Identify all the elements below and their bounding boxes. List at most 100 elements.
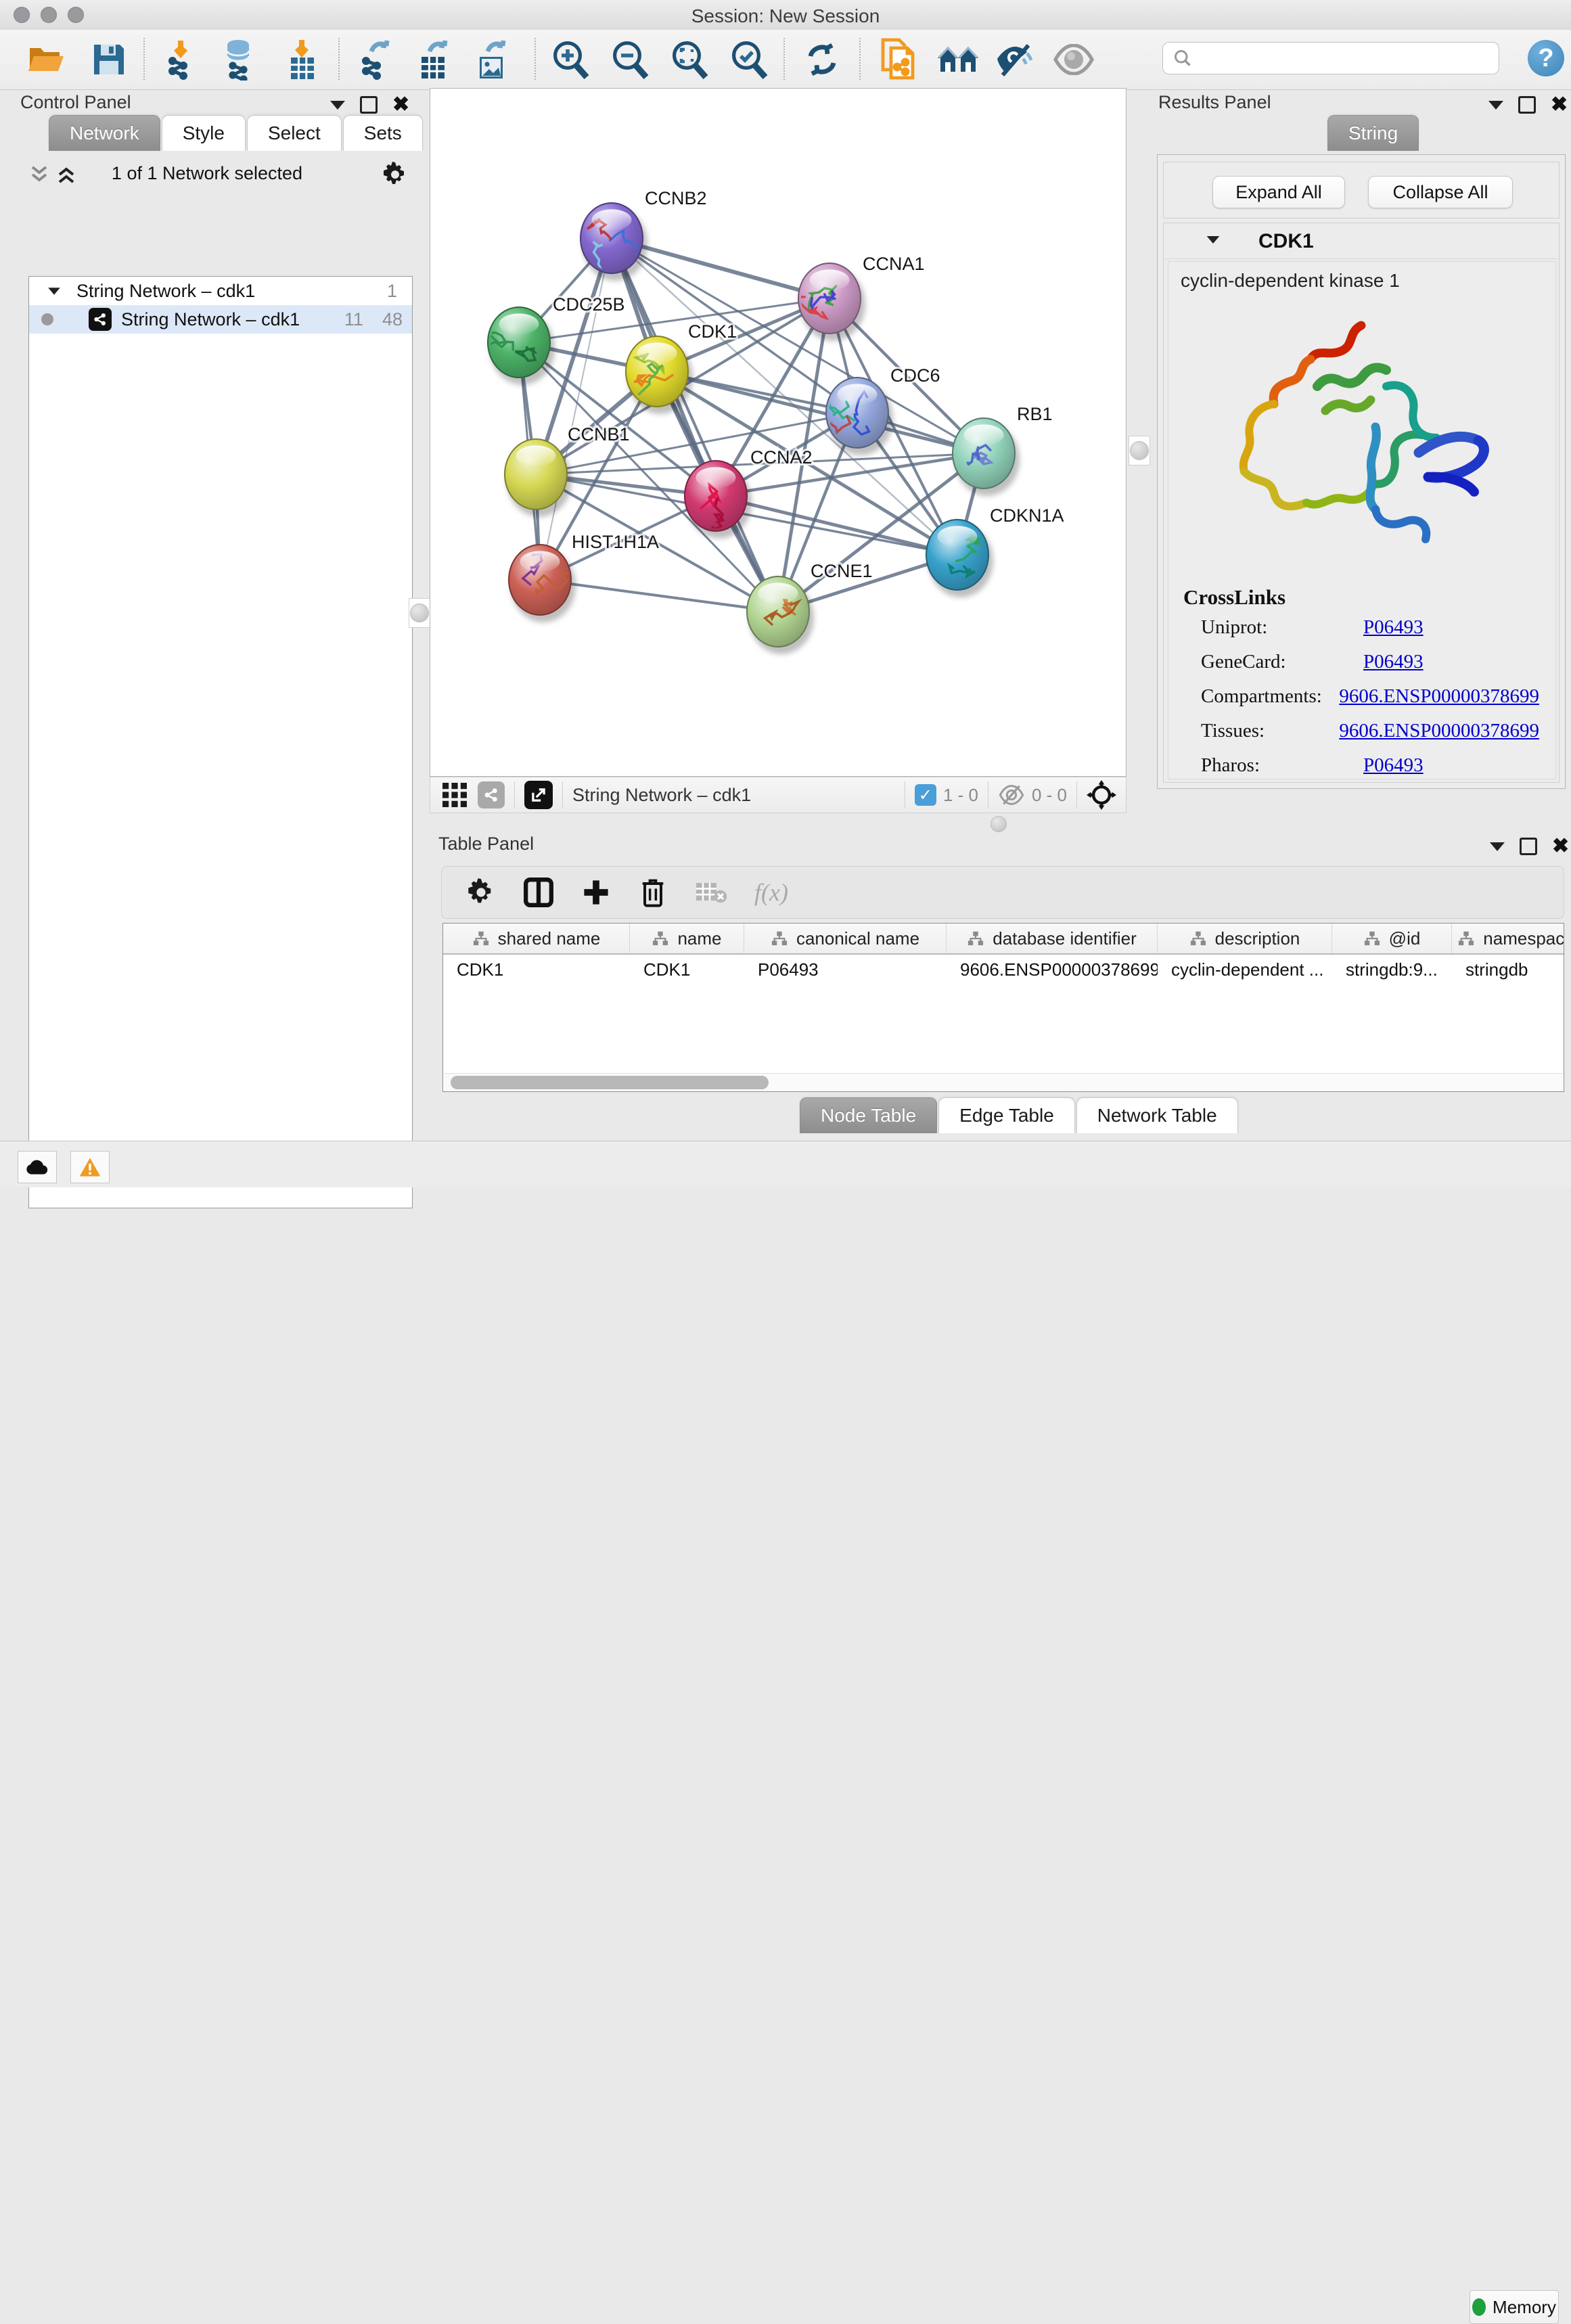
panel-float-icon[interactable] [1518,96,1536,114]
network-graph[interactable]: CCNB2CCNA1CDC25BCDK1CDC6RB1CCNB1CCNA2CDK… [430,89,1126,776]
hide-graphics-details-button[interactable] [992,37,1039,83]
network-canvas[interactable]: CCNB2CCNA1CDC25BCDK1CDC6RB1CCNB1CCNA2CDK… [430,88,1126,777]
network-row-selected[interactable]: String Network – cdk1 11 48 [29,305,412,334]
birdseye-toggle-icon[interactable] [524,781,553,809]
collapse-all-button[interactable]: Collapse All [1368,176,1513,208]
tab-sets[interactable]: Sets [343,115,423,151]
table-cell[interactable]: cyclin-dependent ... [1158,955,1332,984]
table-hscrollbar-thumb[interactable] [451,1076,769,1089]
tab-node-table[interactable]: Node Table [800,1097,937,1133]
panel-menu-caret-icon[interactable] [1488,101,1503,110]
network-node-CCNA1[interactable] [798,263,865,341]
export-image-button[interactable] [468,37,516,83]
table-cell[interactable]: CDK1 [443,955,630,984]
expand-all-button[interactable]: Expand All [1212,176,1345,208]
crosslinks-list: Uniprot:P06493GeneCard:P06493Compartment… [1201,616,1539,789]
table-cell[interactable]: 9606.ENSP00000378699 [947,955,1158,984]
left-splitter-handle[interactable] [409,598,430,628]
import-network-database-button[interactable] [217,37,264,83]
crosslink-value-link[interactable]: 9606.ENSP00000378699 [1339,685,1539,708]
selected-nodes-checkbox[interactable]: ✓ [915,784,936,806]
hidden-elements-icon[interactable] [998,783,1025,806]
cloud-status-button[interactable] [18,1151,57,1183]
save-session-button[interactable] [85,37,133,83]
network-edge-CCNB2-CCNE1[interactable] [612,238,778,612]
panel-float-icon[interactable] [1520,838,1537,855]
table-cell[interactable]: CDK1 [630,955,744,984]
tab-network-table[interactable]: Network Table [1076,1097,1238,1133]
zoom-in-button[interactable] [547,37,594,83]
horizontal-splitter-handle[interactable] [991,816,1007,832]
memory-button[interactable]: Memory [1470,2290,1559,2324]
crosslink-value-link[interactable]: P06493 [1363,651,1424,673]
network-share-view-icon[interactable] [478,781,505,808]
network-node-RB1[interactable] [953,418,1020,496]
table-cell[interactable]: stringdb [1452,955,1564,984]
collapse-all-chevron-icon[interactable] [28,164,50,185]
apply-layout-button[interactable] [798,37,846,83]
panel-close-icon[interactable]: ✖ [1551,98,1568,112]
column-header--id[interactable]: @id [1332,924,1452,953]
table-cell[interactable]: P06493 [744,955,947,984]
search-icon [1172,48,1193,68]
zoom-fit-button[interactable] [666,37,713,83]
warnings-button[interactable] [70,1151,110,1183]
tab-style[interactable]: Style [162,115,246,151]
tab-string-results[interactable]: String [1327,115,1419,151]
delete-column-icon[interactable] [638,876,668,909]
table-hscrollbar[interactable] [444,1073,1563,1091]
network-node-CDKN1A[interactable] [926,520,993,597]
panel-close-icon[interactable]: ✖ [1552,840,1569,853]
import-table-button[interactable] [279,37,326,83]
zoom-selected-button[interactable] [725,37,773,83]
table-cell[interactable]: stringdb:9... [1332,955,1452,984]
tab-edge-table[interactable]: Edge Table [938,1097,1075,1133]
panel-float-icon[interactable] [360,96,378,114]
birdseye-view-button[interactable] [1050,37,1097,83]
help-button[interactable]: ? [1528,40,1564,76]
column-header-name[interactable]: name [630,924,744,953]
protein-result-header[interactable]: CDK1 [1164,223,1559,259]
open-session-button[interactable] [23,37,70,83]
protein-expander-icon[interactable] [1207,236,1220,244]
crosslink-value-link[interactable]: P06493 [1363,616,1424,639]
right-splitter-handle[interactable] [1129,436,1150,465]
column-header-shared-name[interactable]: shared name [443,924,630,953]
network-node-CCNE1[interactable] [747,576,814,654]
tab-network[interactable]: Network [49,115,160,151]
column-header-namespace[interactable]: namespace [1452,924,1564,953]
zoom-out-button[interactable] [606,37,654,83]
import-network-file-button[interactable] [158,37,206,83]
column-header-canonical-name[interactable]: canonical name [744,924,947,953]
network-node-CCNA2[interactable] [685,461,752,539]
network-node-CCNB2[interactable] [580,203,648,288]
search-input[interactable] [1193,47,1480,70]
network-node-CDC25B[interactable] [484,307,555,385]
show-graphics-details-button[interactable] [935,37,982,83]
export-table-button[interactable] [410,37,457,83]
panel-close-icon[interactable]: ✖ [392,98,409,112]
network-node-CDK1[interactable] [626,336,693,414]
tab-select[interactable]: Select [247,115,342,151]
crosslink-value-link[interactable]: P06493 [1363,754,1424,777]
network-collection-row[interactable]: String Network – cdk1 1 [29,277,412,305]
network-options-gear-icon[interactable] [382,161,409,188]
duplicate-network-button[interactable] [875,37,923,83]
fit-content-crosshair-icon[interactable] [1087,780,1116,810]
crosslink-value-link[interactable]: 9606.ENSP00000378699 [1339,720,1539,742]
expand-all-chevron-icon[interactable] [55,164,77,185]
table-row[interactable]: CDK1CDK1P064939606.ENSP00000378699cyclin… [443,955,1564,984]
column-header-description[interactable]: description [1158,924,1332,953]
grid-view-icon[interactable] [441,781,468,808]
network-node-HIST1H1A[interactable] [509,545,582,622]
table-gear-icon[interactable] [466,878,496,907]
column-header-database-identifier[interactable]: database identifier [947,924,1158,953]
panel-menu-caret-icon[interactable] [1490,842,1505,851]
network-edge-CCNB2-HIST1H1A[interactable] [540,238,612,580]
export-network-button[interactable] [352,37,399,83]
panel-menu-caret-icon[interactable] [330,101,345,110]
add-column-icon[interactable] [581,878,611,907]
show-columns-icon[interactable] [523,877,554,908]
tree-expander-icon[interactable] [48,288,60,294]
network-node-CDC6[interactable] [816,378,893,455]
